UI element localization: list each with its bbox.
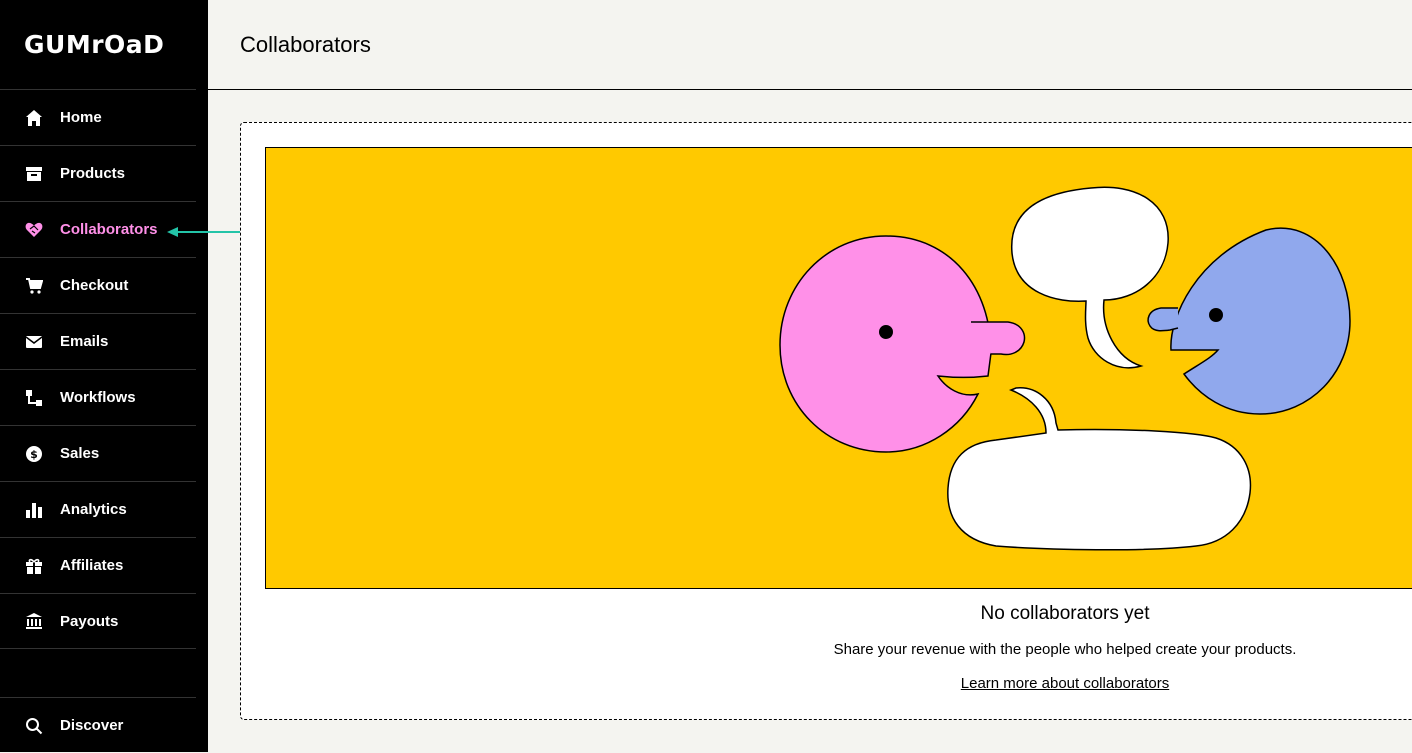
- envelope-icon: [24, 332, 44, 352]
- sidebar-item-checkout[interactable]: Checkout: [0, 257, 196, 313]
- sidebar-nav: Home Products Collaborators Checkout Ema…: [0, 89, 208, 649]
- home-icon: [24, 108, 44, 128]
- bar-chart-icon: [24, 500, 44, 520]
- sidebar-item-label: Sales: [60, 445, 100, 462]
- sidebar-item-label: Analytics: [60, 501, 127, 518]
- sidebar-item-payouts[interactable]: Payouts: [0, 593, 196, 649]
- empty-state-card: No collaborators yet Share your revenue …: [240, 122, 1412, 720]
- sidebar-item-label: Workflows: [60, 389, 136, 406]
- sidebar-item-products[interactable]: Products: [0, 145, 196, 201]
- sidebar-item-label: Products: [60, 165, 126, 182]
- talking-heads-image: [779, 186, 1351, 551]
- empty-state-description: Share your revenue with the people who h…: [833, 641, 1297, 658]
- sidebar-item-home[interactable]: Home: [0, 89, 196, 145]
- svg-text:$: $: [30, 448, 38, 461]
- sidebar-item-affiliates[interactable]: Affiliates: [0, 537, 196, 593]
- handshake-heart-icon: [24, 220, 44, 240]
- gumroad-logo[interactable]: GUMrOaD: [0, 0, 208, 89]
- sidebar: GUMrOaD Home Products Collaborators Chec…: [0, 0, 208, 752]
- sidebar-item-label: Emails: [60, 333, 109, 350]
- sidebar-item-label: Collaborators: [60, 221, 158, 238]
- sidebar-item-label: Home: [60, 109, 102, 126]
- search-icon: [24, 716, 44, 736]
- gift-icon: [24, 556, 44, 576]
- sidebar-item-label: Checkout: [60, 277, 129, 294]
- sidebar-item-label: Affiliates: [60, 557, 124, 574]
- page-header: Collaborators: [208, 0, 1412, 90]
- sidebar-item-sales[interactable]: $ Sales: [0, 425, 196, 481]
- sidebar-item-label: Discover: [60, 717, 124, 734]
- sidebar-item-discover[interactable]: Discover: [0, 697, 196, 753]
- page-title: Collaborators: [240, 31, 371, 57]
- dollar-circle-icon: $: [24, 444, 44, 464]
- archive-icon: [24, 164, 44, 184]
- workflow-icon: [24, 388, 44, 408]
- bank-icon: [24, 611, 44, 631]
- learn-more-link[interactable]: Learn more about collaborators: [861, 675, 1269, 692]
- sidebar-item-emails[interactable]: Emails: [0, 313, 196, 369]
- sidebar-item-workflows[interactable]: Workflows: [0, 369, 196, 425]
- collaborators-illustration: [265, 147, 1412, 589]
- sidebar-item-analytics[interactable]: Analytics: [0, 481, 196, 537]
- empty-state-title: No collaborators yet: [980, 603, 1150, 624]
- sidebar-item-label: Payouts: [60, 612, 119, 630]
- cart-icon: [24, 276, 44, 296]
